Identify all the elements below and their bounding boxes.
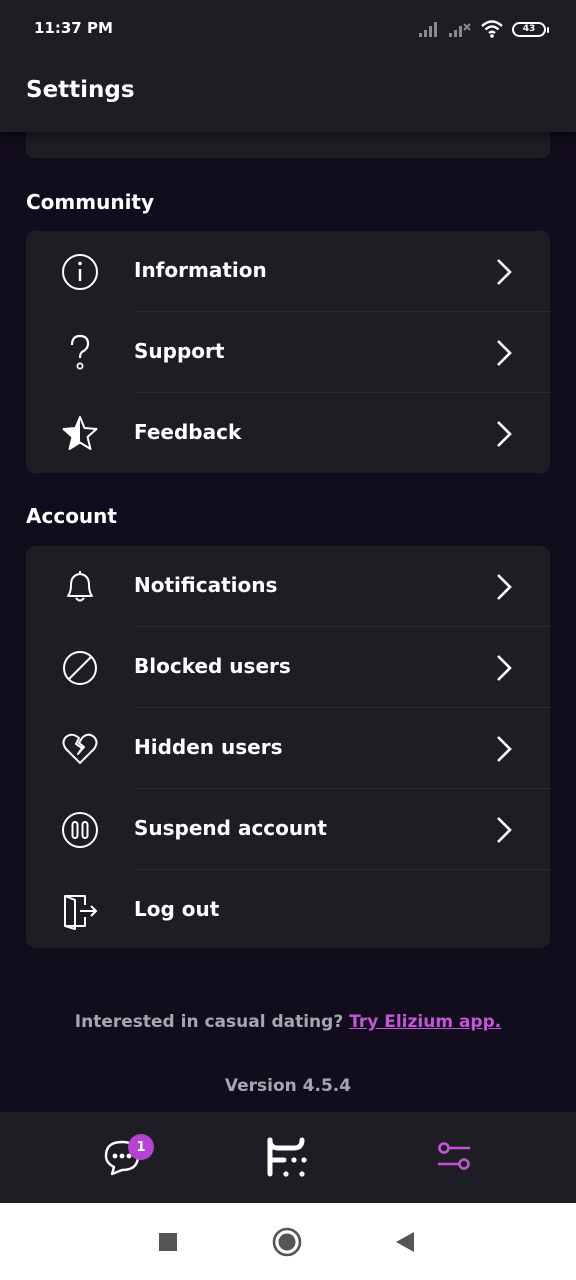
previous-section-card: [26, 132, 550, 158]
account-header: Account: [26, 504, 117, 528]
page-title: Settings: [26, 77, 135, 103]
promo-question: Interested in casual dating?: [74, 1012, 344, 1032]
chevron-right-icon: [497, 817, 512, 843]
bottom-nav: [0, 1112, 576, 1203]
elizium-app-link[interactable]: Try Elizium app.: [349, 1012, 501, 1032]
version-label: Version 4.5.4: [224, 1076, 352, 1096]
settings-item-label: Hidden users: [134, 735, 283, 759]
status-icons: 43: [418, 18, 549, 40]
broken-heart-icon: [62, 733, 98, 764]
home-button[interactable]: [272, 1227, 302, 1257]
settings-item-label: Log out: [134, 897, 220, 921]
settings-item-support[interactable]: Support: [26, 312, 550, 393]
signal-off-icon: [449, 23, 471, 37]
settings-sliders-icon[interactable]: [430, 1134, 478, 1182]
settings-item-log-out[interactable]: Log out: [26, 870, 550, 948]
settings-item-label: Feedback: [134, 420, 242, 444]
status-bar: 11:37 PM 43: [0, 0, 576, 58]
settings-item-label: Support: [134, 339, 225, 363]
settings-item-label: Information: [134, 258, 267, 282]
chevron-right-icon: [497, 736, 512, 762]
bell-icon: [67, 571, 93, 602]
question-icon: [70, 334, 90, 370]
settings-item-information[interactable]: Information: [26, 231, 550, 312]
system-nav-bar: [0, 1203, 576, 1280]
pause-icon: [62, 812, 98, 848]
chat-badge: 1: [128, 1134, 154, 1160]
settings-item-label: Suspend account: [134, 816, 327, 840]
settings-item-notifications[interactable]: Notifications: [26, 546, 550, 627]
community-header: Community: [26, 190, 155, 214]
promo-text: Interested in casual dating? Try Elizium…: [0, 1012, 576, 1032]
settings-item-label: Notifications: [134, 573, 278, 597]
wifi-icon: [481, 20, 503, 38]
account-card: Notifications Blocked users Hidden users: [26, 546, 550, 948]
chevron-right-icon: [497, 574, 512, 600]
app-bar: Settings: [0, 58, 576, 132]
settings-item-blocked-users[interactable]: Blocked users: [26, 627, 550, 708]
battery-icon: 43: [512, 21, 549, 37]
settings-content[interactable]: Community Information Support Feedback A…: [0, 132, 576, 1112]
discover-icon[interactable]: [264, 1134, 312, 1182]
settings-item-feedback[interactable]: Feedback: [26, 393, 550, 473]
signal-icon: [419, 22, 437, 37]
settings-item-label: Blocked users: [134, 654, 291, 678]
star-icon: [62, 416, 98, 450]
back-button[interactable]: [394, 1231, 416, 1253]
settings-item-hidden-users[interactable]: Hidden users: [26, 708, 550, 789]
chevron-right-icon: [497, 259, 512, 285]
chevron-right-icon: [497, 340, 512, 366]
settings-item-suspend-account[interactable]: Suspend account: [26, 789, 550, 870]
block-icon: [63, 651, 97, 685]
recents-button[interactable]: [158, 1232, 178, 1252]
chevron-right-icon: [497, 421, 512, 447]
chevron-right-icon: [497, 655, 512, 681]
status-time: 11:37 PM: [34, 19, 113, 37]
community-card: Information Support Feedback: [26, 231, 550, 473]
info-icon: [62, 254, 98, 290]
logout-icon: [64, 895, 98, 930]
battery-level: 43: [522, 24, 536, 34]
